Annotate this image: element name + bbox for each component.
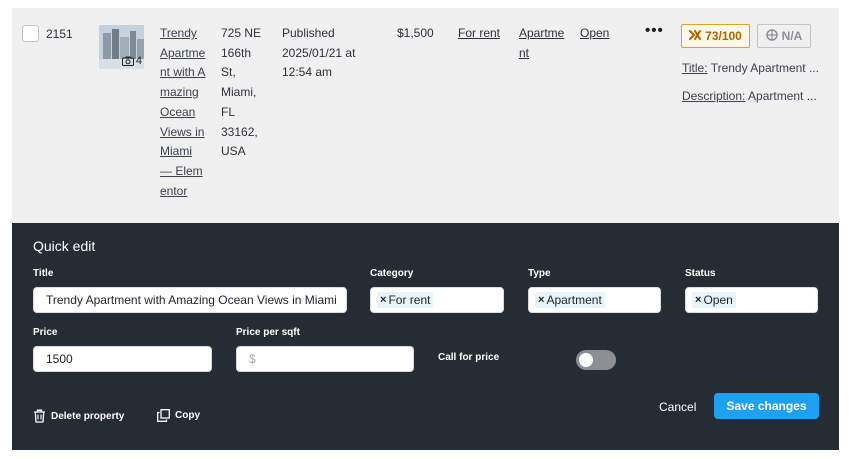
listing-id: 2151 [46, 27, 73, 41]
status-tag: × Open [692, 292, 736, 308]
title-input[interactable]: Trendy Apartment with Amazing Ocean View… [33, 287, 347, 313]
listing-publish-status: Published 2025/01/21 at 12:54 am [282, 26, 356, 80]
listing-category-link[interactable]: For rent [458, 24, 500, 44]
type-tag: × Apartment [535, 292, 605, 308]
readability-value: N/A [781, 29, 803, 43]
seo-score-value: 73/100 [705, 29, 742, 43]
price-input[interactable]: 1500 [33, 346, 212, 372]
seo-meta-title-key[interactable]: Title: [682, 61, 708, 75]
listing-title-link[interactable]: Trendy Apartment with Amazing Ocean View… [160, 24, 206, 201]
listing-price: $1,500 [397, 26, 434, 40]
camera-icon [121, 56, 134, 66]
category-tag-remove-icon[interactable]: × [380, 294, 386, 306]
call-for-price-toggle[interactable] [576, 350, 616, 370]
price-label: Price [33, 327, 58, 338]
copy-icon [157, 409, 170, 422]
delete-property-button[interactable]: Delete property [33, 409, 124, 423]
seo-meta-title: Title: Trendy Apartment ... [682, 61, 819, 75]
seo-score-badge[interactable]: 73/100 [681, 24, 750, 48]
listing-address: 725 NE 166th St, Miami, FL 33162, USA [221, 26, 262, 159]
cancel-button[interactable]: Cancel [659, 400, 696, 414]
seo-meta-description-key[interactable]: Description: [682, 89, 745, 103]
photo-count: 4 [135, 55, 142, 67]
type-label: Type [528, 268, 551, 279]
seo-meta-description-value: Apartment ... [748, 89, 817, 103]
status-tag-label: Open [703, 293, 733, 307]
quick-edit-heading: Quick edit [33, 238, 96, 254]
price-per-sqft-input[interactable]: $ [236, 346, 414, 372]
seo-score-icon [689, 29, 702, 44]
trash-icon [33, 409, 46, 423]
call-for-price-label: Call for price [438, 352, 500, 363]
more-actions-icon[interactable]: ••• [645, 22, 664, 39]
seo-meta-title-value: Trendy Apartment ... [710, 61, 819, 75]
status-tag-remove-icon[interactable]: × [695, 294, 701, 306]
toggle-knob [579, 353, 593, 367]
photo-count-badge: 4 [121, 55, 142, 67]
copy-label: Copy [175, 410, 200, 421]
type-tag-remove-icon[interactable]: × [538, 294, 544, 306]
save-changes-button[interactable]: Save changes [714, 393, 819, 419]
seo-meta-description: Description: Apartment ... [682, 89, 817, 103]
copy-button[interactable]: Copy [157, 409, 200, 422]
readability-badge[interactable]: N/A [757, 24, 811, 48]
type-tag-label: Apartment [546, 293, 602, 307]
row-select-checkbox[interactable] [22, 25, 39, 42]
category-tag: × For rent [377, 292, 434, 308]
type-select[interactable]: × Apartment [528, 287, 661, 313]
status-select[interactable]: × Open [685, 287, 818, 313]
delete-property-label: Delete property [51, 410, 125, 422]
listing-type-link[interactable]: Apartment [519, 24, 565, 63]
price-per-sqft-placeholder: $ [249, 352, 256, 366]
listing-status-link[interactable]: Open [580, 24, 609, 44]
listing-row: 2151 4 Trendy Apartment with Amazing Oce… [12, 8, 839, 223]
listing-thumbnail[interactable]: 4 [99, 25, 144, 69]
readability-icon [765, 28, 778, 44]
price-per-sqft-label: Price per sqft [236, 327, 300, 338]
category-label: Category [370, 268, 414, 279]
category-tag-label: For rent [388, 293, 431, 307]
status-label: Status [685, 268, 716, 279]
quick-edit-panel: Quick edit Title Trendy Apartment with A… [12, 223, 839, 450]
category-select[interactable]: × For rent [370, 287, 504, 313]
title-label: Title [33, 268, 54, 279]
